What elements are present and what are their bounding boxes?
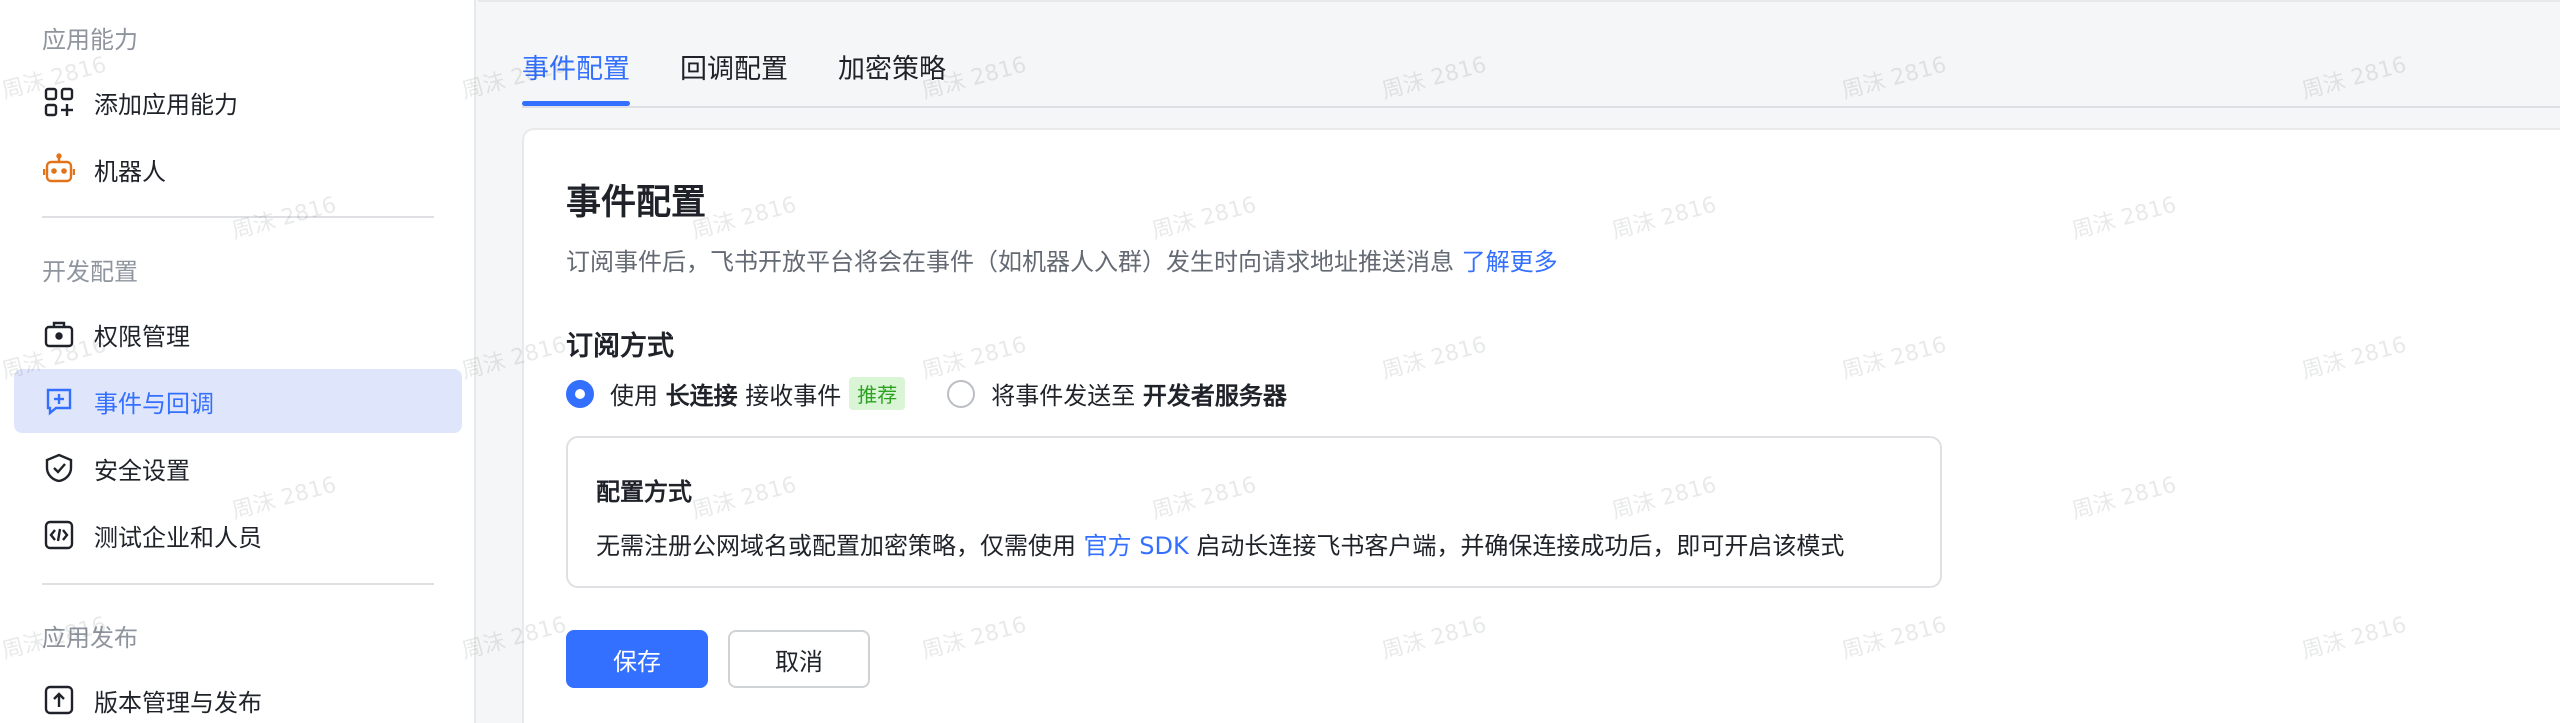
learn-more-link[interactable]: 了解更多 — [1462, 248, 1558, 276]
option-text: 接收事件 — [745, 382, 842, 410]
upload-box-icon — [42, 683, 76, 717]
config-method-info-box: 配置方式 无需注册公网域名或配置加密策略，仅需使用 官方 SDK 启动长连接飞书… — [566, 436, 1942, 588]
description-text: 订阅事件后，飞书开放平台将会在事件（如机器人入群）发生时向请求地址推送消息 — [566, 248, 1454, 276]
section-title-dev-config: 开发配置 — [42, 258, 138, 286]
sidebar-item-version-release[interactable]: 版本管理与发布 — [14, 668, 462, 723]
sidebar-item-add-capability[interactable]: 添加应用能力 — [14, 70, 462, 134]
official-sdk-link[interactable]: 官方 SDK — [1084, 532, 1189, 560]
briefcase-lock-icon — [42, 317, 76, 351]
sidebar-item-label: 测试企业和人员 — [94, 523, 262, 552]
radio-long-connection[interactable]: 使用 长连接 接收事件 推荐 — [566, 376, 906, 411]
sidebar-item-label: 安全设置 — [94, 456, 190, 485]
subscribe-method-title: 订阅方式 — [566, 331, 674, 362]
info-box-text: 无需注册公网域名或配置加密策略，仅需使用 官方 SDK 启动长连接飞书客户端，并… — [596, 526, 1844, 561]
sidebar: 应用能力 添加应用能力 机器人 开发配置 权限管理 事件与回调 安全设置 测试企… — [0, 0, 476, 723]
info-box-title: 配置方式 — [596, 478, 692, 506]
sidebar-item-test-enterprise[interactable]: 测试企业和人员 — [14, 503, 462, 567]
event-config-card: 事件配置 订阅事件后，飞书开放平台将会在事件（如机器人入群）发生时向请求地址推送… — [522, 128, 2560, 723]
sidebar-item-security[interactable]: 安全设置 — [14, 436, 462, 500]
radio-unchecked-icon[interactable] — [947, 379, 976, 408]
grid-add-icon — [42, 85, 76, 119]
tab-event-config[interactable]: 事件配置 — [522, 0, 630, 106]
event-add-icon — [42, 384, 76, 418]
option-bold-text: 开发者服务器 — [1142, 382, 1287, 410]
code-box-icon — [42, 518, 76, 552]
card-title: 事件配置 — [566, 183, 707, 223]
sidebar-item-bot[interactable]: 机器人 — [14, 137, 462, 201]
option-bold-text: 长连接 — [665, 382, 738, 410]
sidebar-item-label: 版本管理与发布 — [94, 688, 262, 717]
radio-checked-icon[interactable] — [566, 379, 594, 408]
shield-check-icon — [42, 451, 76, 485]
main-content: 事件配置 回调配置 加密策略 事件配置 订阅事件后，飞书开放平台将会在事件（如机… — [478, 0, 2560, 723]
tab-divider — [522, 106, 2560, 108]
sidebar-item-label: 机器人 — [94, 157, 166, 186]
sidebar-item-label: 权限管理 — [94, 322, 190, 351]
radio-developer-server[interactable]: 将事件发送至 开发者服务器 — [947, 376, 1287, 411]
sidebar-item-permissions[interactable]: 权限管理 — [14, 302, 462, 366]
info-text-after: 启动长连接飞书客户端，并确保连接成功后，即可开启该模式 — [1196, 532, 1845, 560]
tab-encryption-strategy[interactable]: 加密策略 — [838, 0, 946, 106]
subscribe-method-radio-group: 使用 长连接 接收事件 推荐 将事件发送至 开发者服务器 — [566, 376, 1287, 411]
tab-bar: 事件配置 回调配置 加密策略 — [522, 0, 996, 106]
sidebar-divider — [42, 583, 434, 585]
sidebar-item-events-callbacks[interactable]: 事件与回调 — [14, 369, 462, 433]
recommended-badge: 推荐 — [849, 377, 906, 410]
section-title-app-release: 应用发布 — [42, 624, 138, 652]
save-button[interactable]: 保存 — [566, 630, 708, 688]
info-text-before: 无需注册公网域名或配置加密策略，仅需使用 — [596, 532, 1076, 560]
robot-icon — [42, 152, 76, 186]
section-title-app-capability: 应用能力 — [42, 26, 138, 54]
sidebar-divider — [42, 216, 434, 218]
tab-callback-config[interactable]: 回调配置 — [680, 0, 788, 106]
cancel-button[interactable]: 取消 — [728, 630, 870, 688]
option-text: 将事件发送至 — [991, 382, 1136, 410]
sidebar-item-label: 添加应用能力 — [94, 90, 238, 119]
option-text: 使用 — [610, 382, 658, 410]
card-description: 订阅事件后，飞书开放平台将会在事件（如机器人入群）发生时向请求地址推送消息 了解… — [566, 242, 1558, 277]
sidebar-item-label: 事件与回调 — [94, 389, 214, 418]
